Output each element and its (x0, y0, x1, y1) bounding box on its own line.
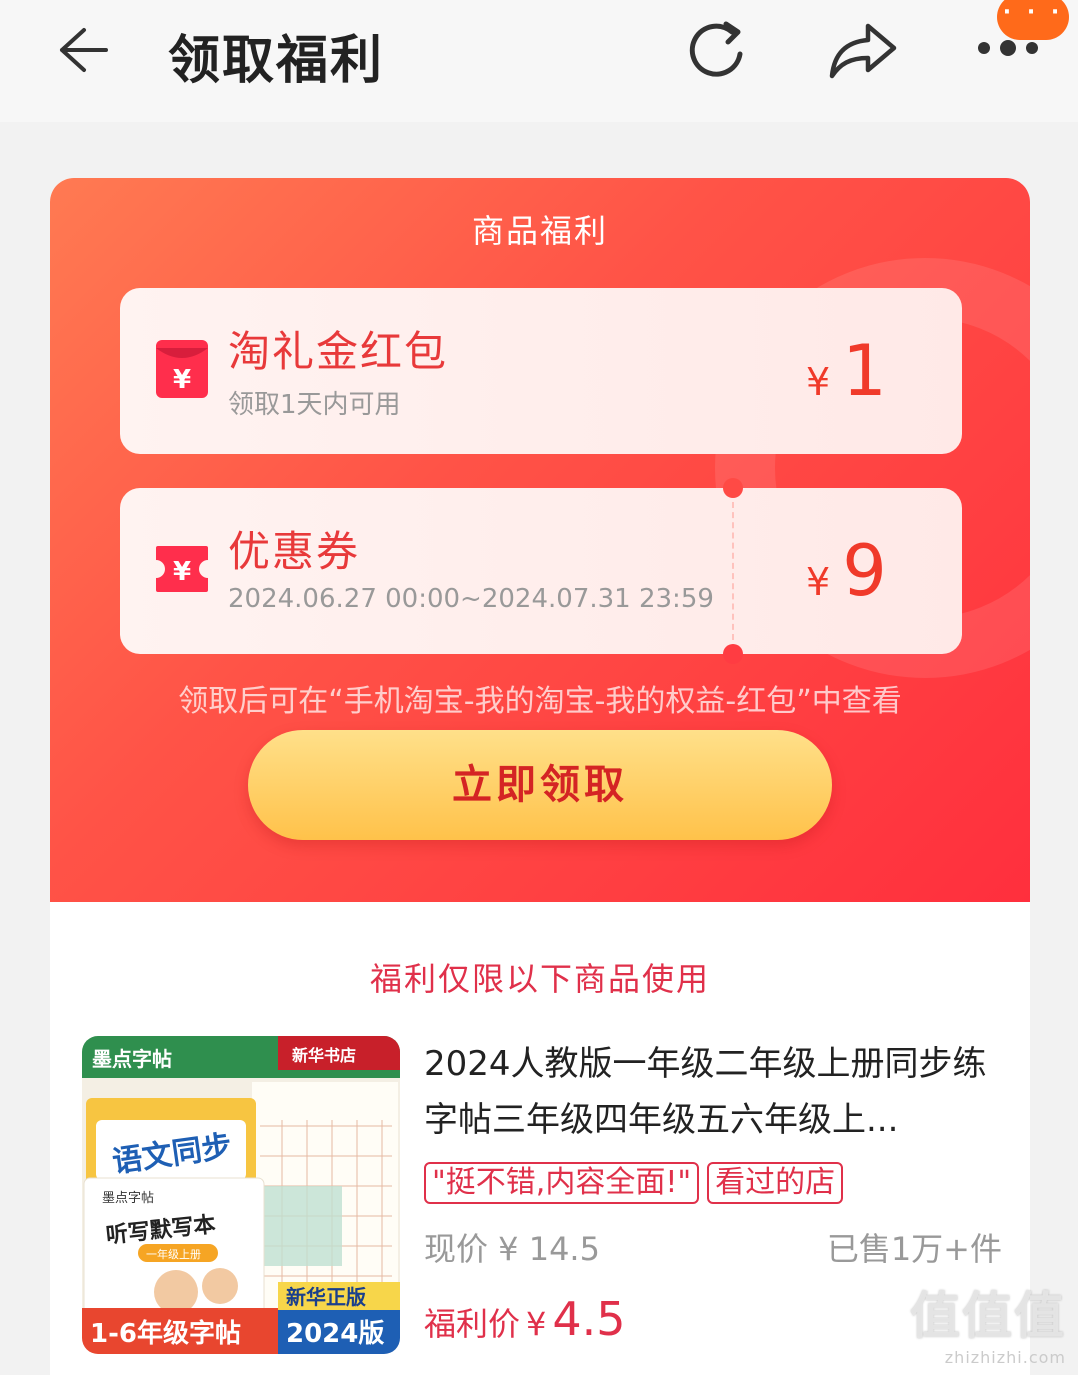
svg-text:¥: ¥ (173, 365, 191, 395)
watermark-url: zhizhizhi.com (944, 1348, 1066, 1367)
product-image: 墨点字帖 新华书店 语文同步 墨点字帖 听写默写本 一年级上册 1-6年级字帖 … (82, 1036, 400, 1354)
top-nav-bar: 领取福利 · · · (0, 0, 1078, 122)
welfare-price-value: 4.5 (552, 1292, 626, 1346)
amount-value: 9 (842, 530, 887, 612)
thumb-badge-right: 2024版 (286, 1319, 384, 1349)
promo-title: 商品福利 (471, 212, 608, 250)
refresh-icon[interactable] (686, 18, 754, 82)
thumb-badge-left: 1-6年级字帖 (90, 1318, 241, 1349)
ticket-notch (723, 478, 743, 498)
visited-store-tag: 看过的店 (707, 1162, 844, 1204)
claim-now-button[interactable]: 立即领取 (248, 730, 832, 840)
menu-bubble[interactable]: · · · (997, 0, 1069, 40)
ticket-name: 淘礼金红包 (228, 327, 449, 376)
more-icon[interactable] (976, 38, 1040, 58)
thumb-store: 新华书店 (292, 1046, 356, 1065)
amount-value: 1 (842, 330, 887, 412)
ticket-notch (723, 644, 743, 664)
svg-text:¥: ¥ (173, 557, 191, 587)
watermark-logo: 值值值 (910, 1287, 1066, 1345)
site-watermark: 值值值 zhizhizhi.com (910, 1276, 1066, 1367)
sold-count: 已售1万+件 (826, 1230, 1002, 1268)
product-tags: "挺不错,内容全面!" 看过的店 (424, 1162, 851, 1204)
product-title[interactable]: 2024人教版一年级二年级上册同步练字帖三年级四年级五六年级上... (424, 1036, 1004, 1156)
ticket-divider (732, 502, 734, 640)
welfare-price: 福利价 ¥4.5 (424, 1292, 626, 1346)
coupon-icon: ¥ (156, 546, 208, 592)
ticket-name: 优惠券 (228, 527, 361, 576)
coupon-ticket: ¥ 优惠券 2024.06.27 00:00~2024.07.31 23:59 … (120, 478, 962, 664)
product-item[interactable]: 墨点字帖 新华书店 语文同步 墨点字帖 听写默写本 一年级上册 1-6年级字帖 … (82, 1036, 1002, 1356)
product-thumbnail[interactable]: 墨点字帖 新华书店 语文同步 墨点字帖 听写默写本 一年级上册 1-6年级字帖 … (82, 1036, 400, 1354)
currency-symbol: ¥ (526, 1305, 547, 1343)
red-envelope-icon: ¥ (156, 340, 208, 398)
currency-symbol: ¥ (806, 560, 831, 604)
ticket-validity: 领取1天内可用 (228, 390, 401, 420)
current-price: 现价 ¥ 14.5 (424, 1230, 600, 1268)
thumb-brand: 墨点字帖 (92, 1047, 172, 1071)
ticket-validity: 2024.06.27 00:00~2024.07.31 23:59 (228, 584, 714, 614)
welfare-price-label: 福利价 (424, 1305, 521, 1343)
thumb-book2-sub: 一年级上册 (146, 1247, 201, 1261)
thumb-brand-2: 墨点字帖 (102, 1191, 154, 1206)
review-tag: "挺不错,内容全面!" (424, 1162, 700, 1204)
ticket-amount: ¥9 (806, 530, 887, 612)
page-title: 领取福利 (168, 31, 385, 91)
red-envelope-ticket: ¥ 淘礼金红包 领取1天内可用 ¥1 (120, 288, 962, 454)
welfare-card: 商品福利 ¥ 淘礼金红包 领取1天内可用 ¥1 ¥ 优惠券 2024.06.27… (50, 178, 1030, 1375)
thumb-badge-right-top: 新华正版 (286, 1285, 366, 1309)
currency-symbol: ¥ (806, 360, 831, 404)
promo-panel: 商品福利 ¥ 淘礼金红包 领取1天内可用 ¥1 ¥ 优惠券 2024.06.27… (50, 178, 1030, 902)
limit-title: 福利仅限以下商品使用 (369, 960, 710, 998)
share-icon[interactable] (828, 22, 900, 80)
back-icon[interactable] (56, 26, 110, 74)
promo-note: 领取后可在“手机淘宝-我的淘宝-我的权益-红包”中查看 (178, 684, 902, 719)
ticket-amount: ¥1 (806, 330, 887, 412)
